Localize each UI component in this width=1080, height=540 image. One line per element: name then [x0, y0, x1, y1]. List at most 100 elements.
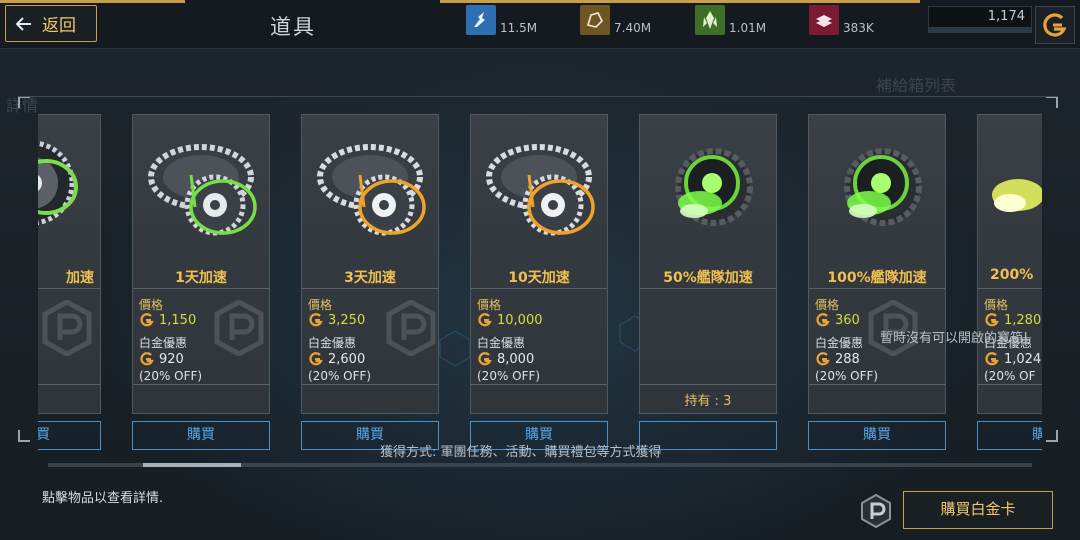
price-label: 價格 — [477, 298, 502, 312]
platinum-price: 288 — [815, 351, 860, 367]
platinum-price-value: 920 — [159, 351, 184, 367]
gold-currency-icon — [816, 352, 830, 366]
gold-bar — [928, 28, 1032, 33]
watermark-logo-icon — [386, 300, 436, 356]
top-accent-line — [0, 0, 185, 3]
frame-corner — [18, 430, 30, 442]
gold-currency-icon — [309, 352, 323, 366]
resource-ore[interactable]: 7.40M — [580, 3, 651, 35]
platinum-price-value: 288 — [835, 351, 860, 367]
buy-button[interactable]: 購買 — [132, 421, 270, 450]
scroll-thumb[interactable] — [143, 463, 241, 467]
card-divider — [978, 288, 1042, 289]
original-price-value: 10,000 — [497, 312, 543, 328]
discount-label: (20% OFF) — [477, 369, 541, 383]
card-divider — [809, 384, 945, 385]
item-card[interactable]: 1天加速 價格 1,150 白金優惠 920 (20% OFF) — [132, 114, 270, 414]
speedup-gear-green-icon — [38, 140, 78, 226]
gold-currency-icon — [309, 313, 323, 327]
platinum-price-value: 1,024 — [1004, 351, 1042, 367]
card-divider — [978, 384, 1042, 385]
item-name: 10天加速 — [508, 270, 570, 286]
buy-button[interactable]: 購買 — [977, 421, 1042, 450]
gold-counter: 1,174 — [928, 6, 1032, 28]
gold-currency-icon — [478, 352, 492, 366]
obtain-method-text: 獲得方式: 軍團任務、活動、購買禮包等方式獲得 — [380, 445, 662, 460]
card-divider — [133, 288, 269, 289]
item-carousel[interactable]: 加速 1天加速 價格 1,150 白金優惠 920 (20% OFF) 3天加速… — [38, 114, 1042, 454]
item-name: 200% — [990, 267, 1034, 283]
no-chest-message: 暫時沒有可以開啟的寶箱! — [880, 331, 1029, 346]
resource-alloy[interactable]: 383K — [809, 3, 874, 35]
price-label: 價格 — [984, 298, 1009, 312]
resource-crystal[interactable]: 11.5M — [466, 3, 537, 35]
platinum-price-value: 2,600 — [328, 351, 366, 367]
carousel-scrollbar[interactable] — [48, 463, 1032, 467]
original-price: 1,280 — [984, 312, 1041, 328]
original-price: 10,000 — [477, 312, 543, 328]
item-card[interactable]: 3天加速 價格 3,250 白金優惠 2,600 (20% OFF) — [301, 114, 439, 414]
item-card[interactable]: 100%艦隊加速 價格 360 白金優惠 288 (20% OFF) — [808, 114, 946, 414]
gold-currency-icon — [140, 313, 154, 327]
back-button[interactable]: 返回 — [5, 5, 97, 42]
platinum-logo-icon — [861, 494, 891, 528]
gold-currency-icon — [985, 313, 999, 327]
resource-gem-icon — [695, 5, 725, 35]
original-price: 3,250 — [308, 312, 365, 328]
discount-label: (20% OFF) — [308, 369, 372, 383]
frame-corner — [18, 96, 30, 108]
platinum-price: 1,024 — [984, 351, 1041, 367]
resource-alloy-value: 383K — [843, 21, 874, 35]
price-label: 價格 — [815, 298, 840, 312]
fleet-thruster-icon — [844, 148, 922, 226]
platinum-label: 白金優惠 — [815, 336, 864, 350]
speedup-gear-green-icon — [148, 144, 257, 236]
card-divider — [471, 288, 607, 289]
resource-ore-icon — [580, 5, 610, 35]
discount-label: (20% OF — [984, 369, 1036, 383]
card-divider — [471, 384, 607, 385]
owned-count: 持有 : 3 — [684, 394, 732, 409]
buy-button[interactable]: 購買 — [808, 421, 946, 450]
resource-alloy-icon — [809, 5, 839, 35]
item-card[interactable]: 10天加速 價格 10,000 白金優惠 8,000 (20% OFF) — [470, 114, 608, 414]
speedup-gear-gold-icon — [317, 144, 426, 236]
panel-top-line — [18, 96, 1058, 97]
platinum-label: 白金優惠 — [477, 336, 526, 350]
page-title: 道具 — [270, 15, 316, 39]
card-divider — [133, 384, 269, 385]
platinum-label: 白金優惠 — [308, 336, 357, 350]
gold-store-icon[interactable] — [1035, 6, 1075, 44]
buy-button[interactable]: 購買 — [38, 421, 101, 450]
card-divider — [302, 384, 438, 385]
card-divider — [640, 384, 776, 385]
discount-label: (20% OFF) — [139, 369, 203, 383]
card-divider — [640, 288, 776, 289]
card-divider — [38, 288, 100, 289]
frame-corner — [1046, 430, 1058, 442]
original-price-value: 1,150 — [159, 312, 197, 328]
item-card[interactable]: 加速 — [38, 114, 101, 414]
hint-text: 點擊物品以查看詳情. — [42, 491, 164, 506]
original-price: 360 — [815, 312, 860, 328]
discount-label: (20% OFF) — [815, 369, 879, 383]
back-label: 返回 — [42, 16, 76, 36]
original-price-value: 3,250 — [328, 312, 366, 328]
item-card[interactable]: 200% 價格 1,280 白金優惠 1,024 (20% OF — [977, 114, 1042, 414]
item-card[interactable]: 50%艦隊加速 持有 : 3 — [639, 114, 777, 414]
original-price-value: 1,280 — [1004, 312, 1042, 328]
item-name: 3天加速 — [344, 270, 396, 286]
frame-corner — [1046, 96, 1058, 108]
resource-crystal-value: 11.5M — [500, 21, 538, 35]
resource-ore-value: 7.40M — [614, 21, 652, 35]
resource-crystal-icon — [466, 5, 496, 35]
resource-gem[interactable]: 1.01M — [695, 3, 766, 35]
buy-platinum-card-button[interactable]: 購買白金卡 — [903, 491, 1053, 529]
card-divider — [809, 288, 945, 289]
price-label: 價格 — [139, 298, 164, 312]
ghost-supply-label: 補給箱列表 — [876, 76, 957, 95]
platinum-label: 白金優惠 — [139, 336, 188, 350]
gold-currency-icon — [816, 313, 830, 327]
resource-gem-value: 1.01M — [729, 21, 767, 35]
speedup-gear-gold-icon — [486, 144, 595, 236]
